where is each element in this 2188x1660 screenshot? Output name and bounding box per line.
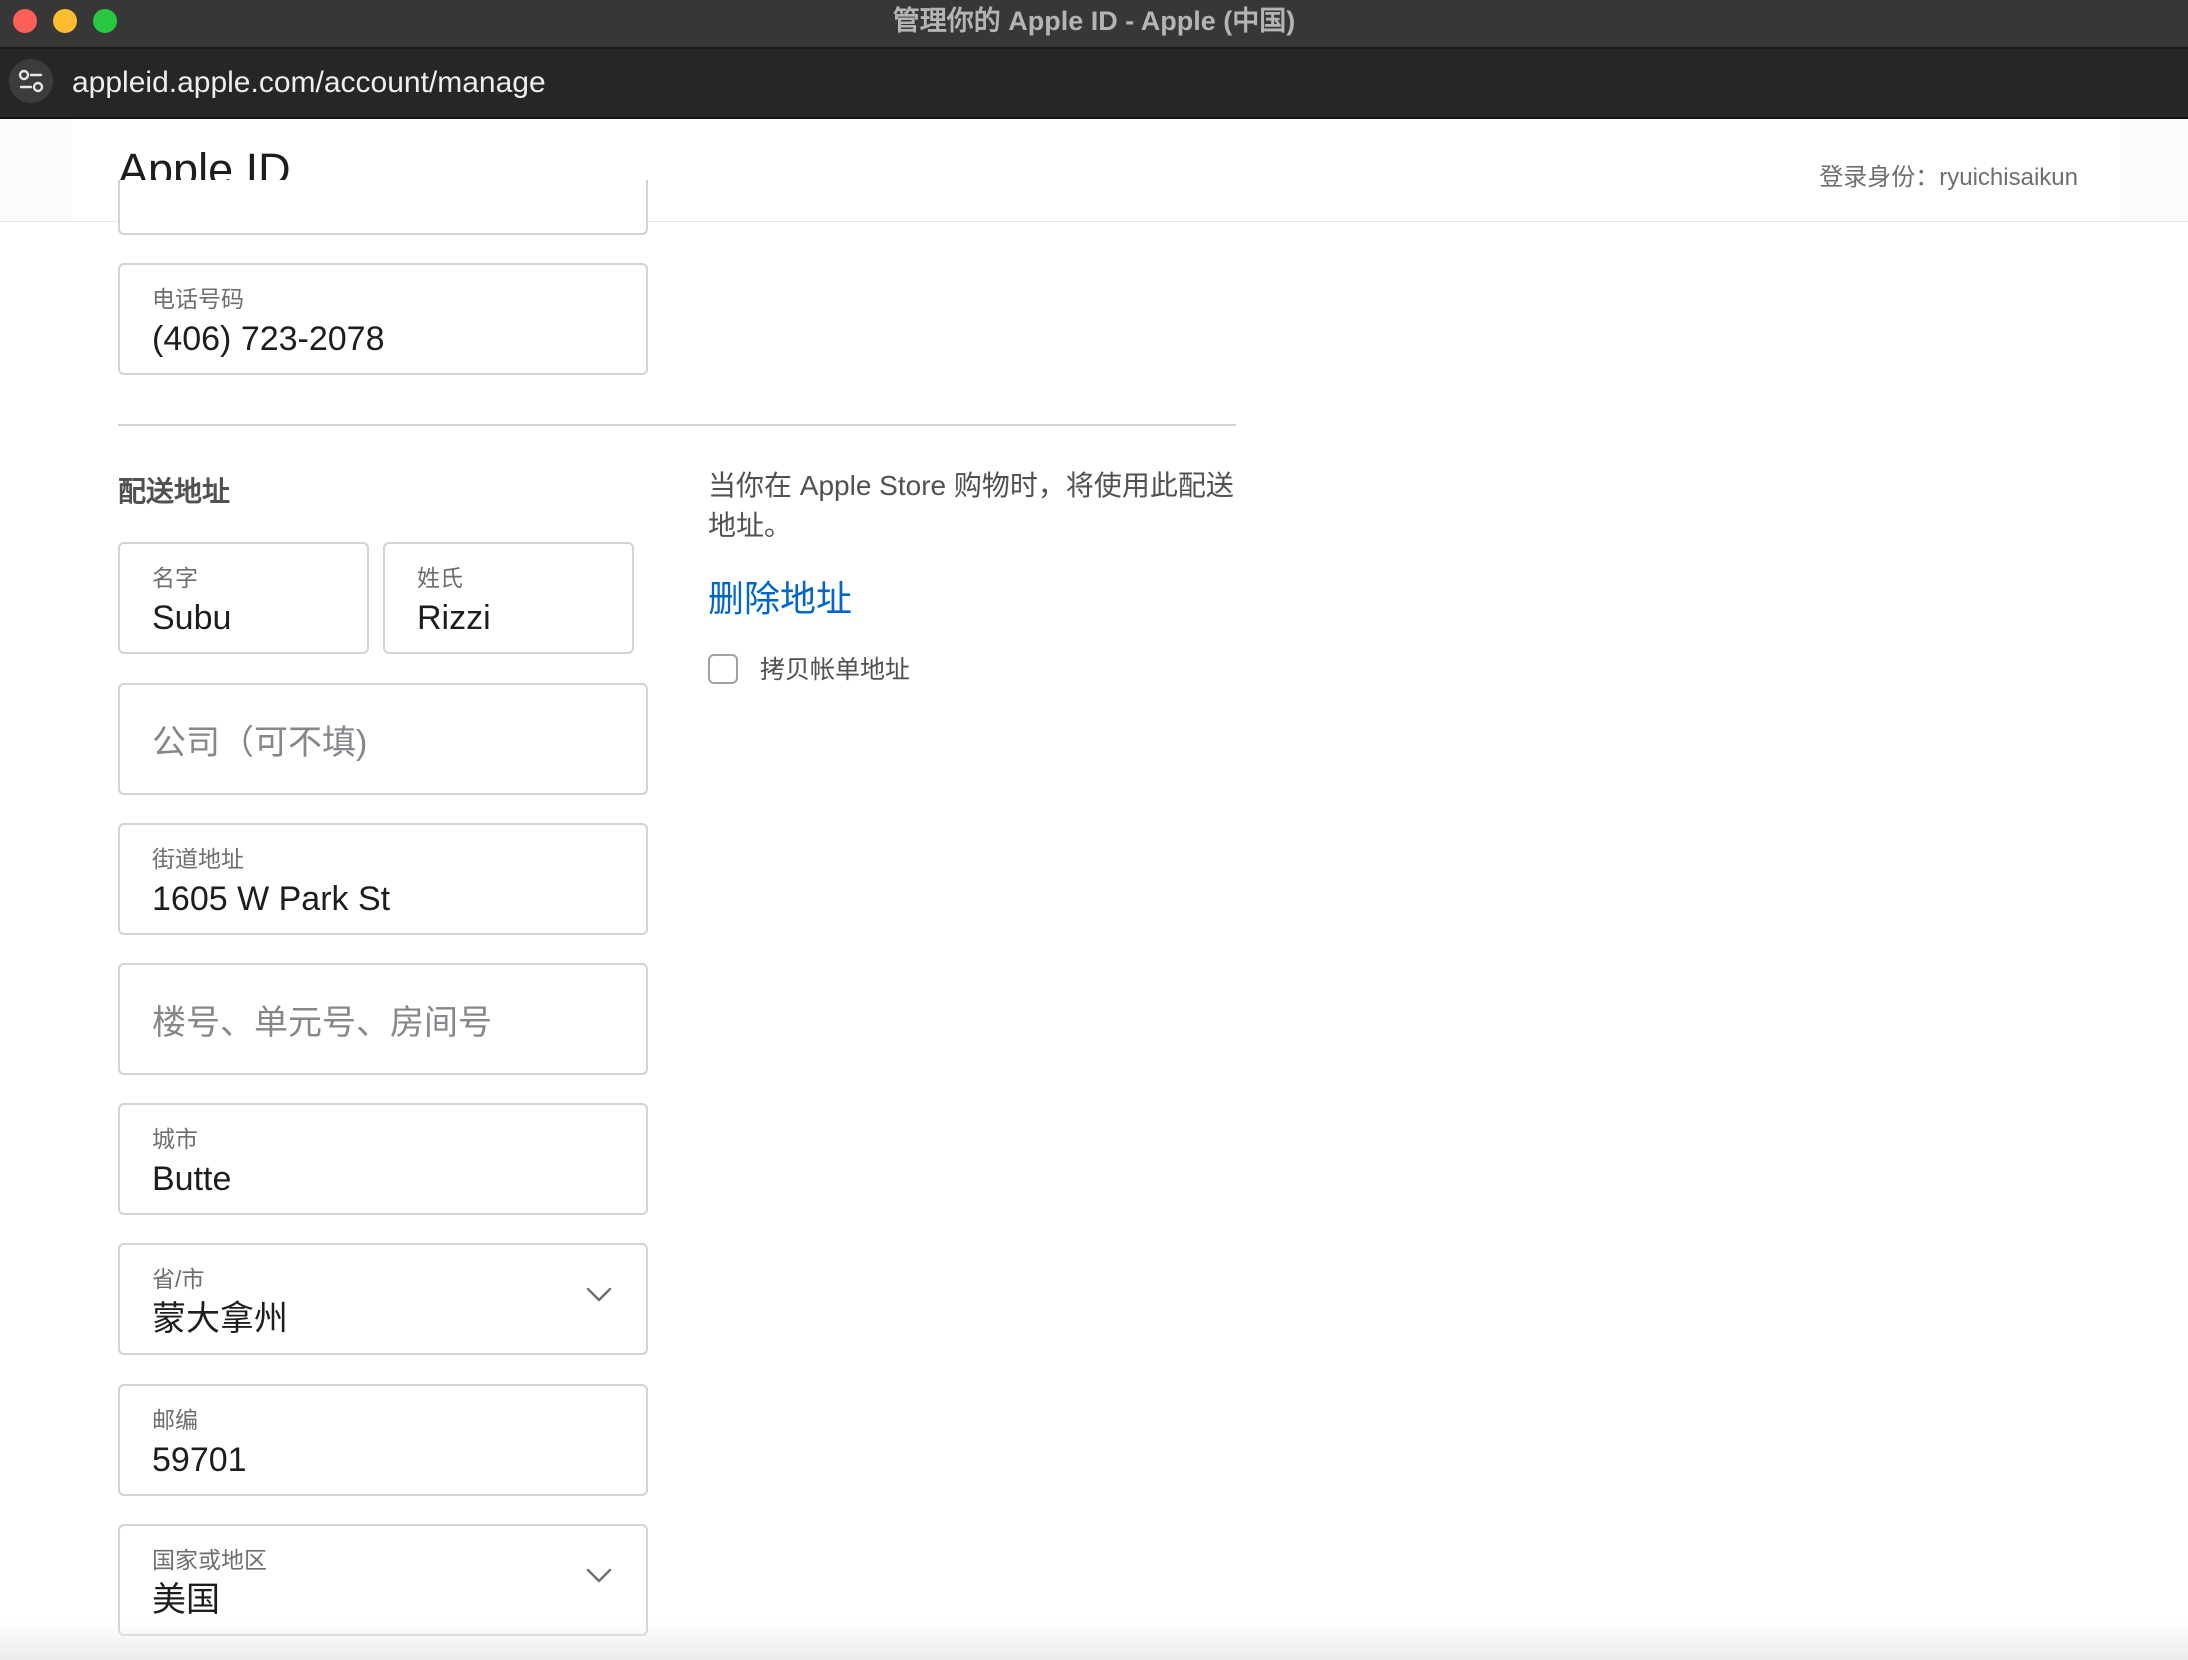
state-label: 省/市	[152, 1266, 205, 1292]
company-field[interactable]: 公司（可不填)	[118, 683, 648, 795]
delete-address-link[interactable]: 删除地址	[708, 576, 852, 622]
zip-value[interactable]: 59701	[152, 1438, 247, 1482]
state-select[interactable]: 省/市 蒙大拿州	[118, 1243, 648, 1355]
copy-billing-label[interactable]: 拷贝帐单地址	[760, 654, 910, 686]
unit-field[interactable]: 楼号、单元号、房间号	[118, 963, 648, 1075]
window-title: 管理你的 Apple ID - Apple (中国)	[892, 6, 1296, 36]
section-divider	[118, 424, 1236, 426]
city-label: 城市	[152, 1126, 198, 1152]
company-placeholder: 公司（可不填)	[152, 723, 368, 762]
signed-in-as: 登录身份：ryuichisaikun	[1819, 164, 2078, 191]
previous-field-partial[interactable]	[118, 180, 648, 235]
chevron-down-icon[interactable]	[586, 1568, 612, 1584]
country-label: 国家或地区	[152, 1547, 267, 1573]
unit-placeholder: 楼号、单元号、房间号	[152, 1003, 492, 1042]
chevron-down-icon[interactable]	[586, 1287, 612, 1303]
zip-field[interactable]: 邮编 59701	[118, 1384, 648, 1496]
site-settings-icon[interactable]	[9, 59, 53, 103]
street-value[interactable]: 1605 W Park St	[152, 877, 390, 921]
phone-value[interactable]: (406) 723-2078	[152, 317, 385, 361]
phone-label: 电话号码	[152, 286, 244, 312]
shipping-address-title: 配送地址	[118, 476, 231, 507]
street-field[interactable]: 街道地址 1605 W Park St	[118, 823, 648, 935]
last-name-field[interactable]: 姓氏 Rizzi	[383, 542, 634, 654]
first-name-field[interactable]: 名字 Subu	[118, 542, 369, 654]
phone-field[interactable]: 电话号码 (406) 723-2078	[118, 263, 648, 375]
last-name-label: 姓氏	[417, 565, 463, 591]
street-label: 街道地址	[152, 846, 244, 872]
country-value[interactable]: 美国	[152, 1578, 220, 1622]
first-name-value[interactable]: Subu	[152, 596, 231, 640]
city-field[interactable]: 城市 Butte	[118, 1103, 648, 1215]
state-value[interactable]: 蒙大拿州	[152, 1297, 288, 1341]
address-bar: appleid.apple.com/account/manage	[0, 49, 2188, 119]
zip-label: 邮编	[152, 1407, 198, 1433]
bottom-edge	[0, 1620, 2188, 1660]
last-name-value[interactable]: Rizzi	[417, 596, 491, 640]
url-field[interactable]: appleid.apple.com/account/manage	[72, 63, 546, 103]
window-titlebar: 管理你的 Apple ID - Apple (中国)	[0, 0, 2188, 49]
city-value[interactable]: Butte	[152, 1157, 231, 1201]
copy-billing-checkbox[interactable]	[708, 654, 738, 684]
shipping-description: 当你在 Apple Store 购物时，将使用此配送地址。	[708, 470, 1234, 541]
first-name-label: 名字	[152, 565, 198, 591]
